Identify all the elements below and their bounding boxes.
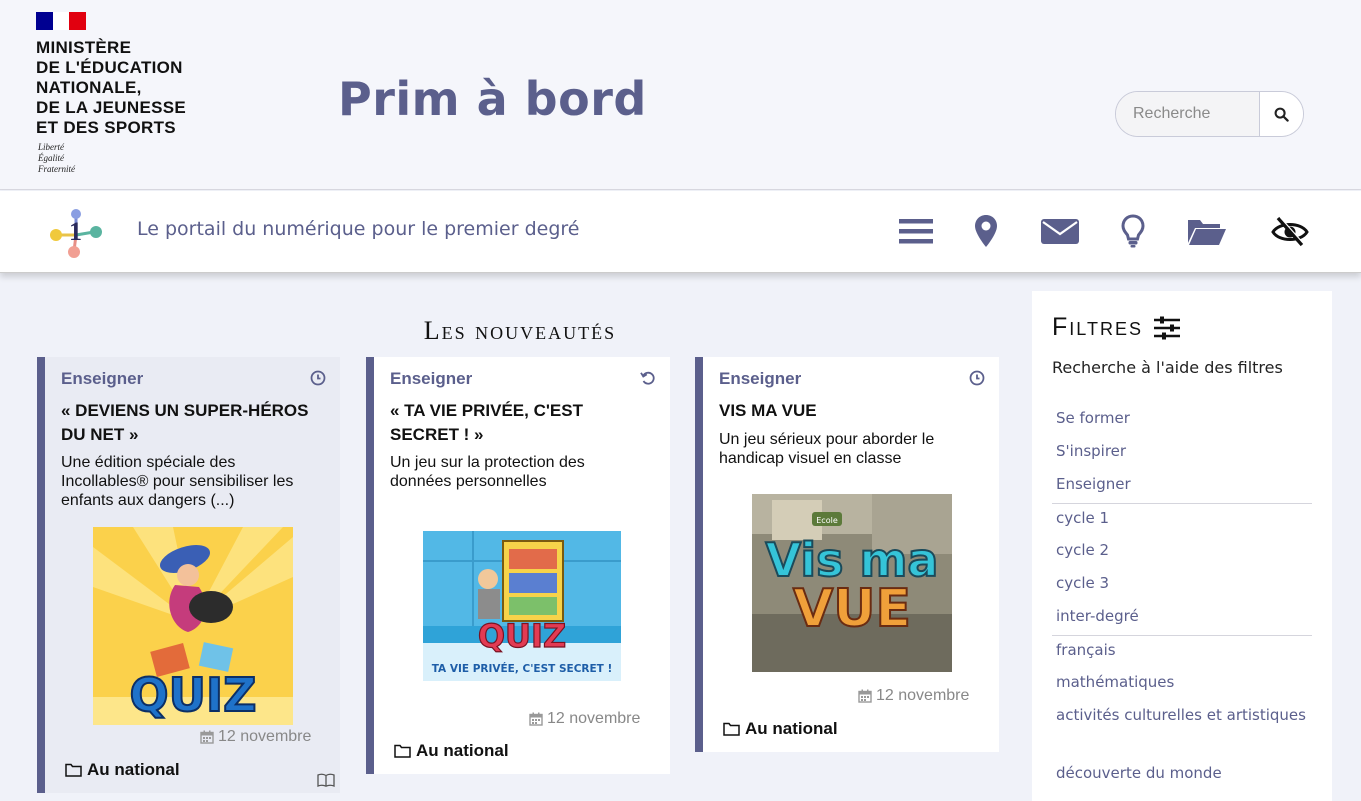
calendar-icon [529, 712, 543, 726]
portal-tagline: Le portail du numérique pour le premier … [137, 218, 580, 240]
accessibility-button[interactable] [1270, 213, 1310, 249]
map-pin-icon [975, 215, 997, 247]
contact-button[interactable] [1040, 213, 1080, 249]
news-card[interactable]: Enseigner « TA VIE PRIVÉE, C'EST SECRET … [366, 357, 670, 774]
republic-motto: Liberté Égalité Fraternité [38, 142, 75, 174]
svg-text:1: 1 [69, 217, 82, 246]
card-location[interactable]: Au national [394, 741, 509, 761]
section-title: Les nouveautés [423, 316, 617, 345]
envelope-icon [1041, 219, 1079, 244]
card-category[interactable]: Enseigner [390, 369, 472, 389]
card-category[interactable]: Enseigner [61, 369, 143, 389]
clock-icon [310, 370, 326, 386]
card-location[interactable]: Au national [723, 719, 838, 739]
card-location[interactable]: Au national [65, 760, 180, 780]
folder-icon [394, 744, 411, 758]
quiz-superhero-thumbnail[interactable]: QUIZ [93, 527, 293, 725]
filter-item-cycle-3[interactable]: cycle 3 [1052, 570, 1312, 603]
card-description: Une édition spéciale des Incollables® po… [61, 454, 294, 509]
search-bar [1115, 91, 1304, 137]
thumbnail-quiz-text: QUIZ [130, 668, 257, 722]
card-title[interactable]: « TA VIE PRIVÉE, C'EST SECRET ! » [390, 399, 583, 447]
eye-slash-icon [1271, 216, 1309, 247]
search-button[interactable] [1260, 92, 1303, 136]
thumbnail-caption: TA VIE PRIVÉE, C'EST SECRET ! [432, 662, 613, 675]
calendar-icon [200, 730, 214, 744]
filter-item-mathematiques[interactable]: mathématiques [1052, 669, 1312, 702]
filters-panel: Filtres Recherche à l'aide des filtres S… [1032, 291, 1332, 801]
menu-icon [899, 219, 933, 244]
sliders-icon[interactable] [1153, 316, 1181, 340]
filter-item-enseigner[interactable]: Enseigner [1052, 471, 1312, 504]
french-flag-logo [36, 12, 87, 30]
ministry-name[interactable]: MINISTÈRE DE L'ÉDUCATION NATIONALE, DE L… [36, 38, 186, 138]
thumbnail-title-bottom: VUE [793, 579, 911, 639]
map-button[interactable] [966, 213, 1006, 249]
search-icon [1274, 107, 1289, 122]
search-input[interactable] [1116, 92, 1260, 136]
resources-button[interactable] [1187, 213, 1227, 249]
folder-icon [723, 722, 740, 736]
thumbnail-sign: Ecole [816, 516, 838, 525]
quiz-privacy-thumbnail[interactable]: QUIZ TA VIE PRIVÉE, C'EST SECRET ! [423, 531, 621, 681]
thumbnail-quiz-text: QUIZ [478, 617, 566, 655]
vis-ma-vue-thumbnail[interactable]: Ecole Vis ma VUE [752, 494, 952, 672]
filter-item-cycle-1[interactable]: cycle 1 [1052, 504, 1312, 537]
card-description: Un jeu sérieux pour aborder le handicap … [719, 431, 935, 467]
refresh-icon [640, 371, 655, 385]
card-title[interactable]: « DEVIENS UN SUPER-HÉROS DU NET » [61, 399, 309, 447]
book-icon[interactable] [317, 773, 335, 787]
clock-icon [969, 370, 985, 386]
menu-button[interactable] [896, 213, 936, 249]
filter-item-se-former[interactable]: Se former [1052, 405, 1312, 438]
filter-item-cycle-2[interactable]: cycle 2 [1052, 537, 1312, 570]
filter-list: Se former S'inspirer Enseigner cycle 1 c… [1052, 405, 1312, 793]
news-card[interactable]: Enseigner VIS MA VUE Un jeu sérieux pour… [695, 357, 999, 752]
filters-title: Filtres [1052, 313, 1181, 342]
filter-item-s-inspirer[interactable]: S'inspirer [1052, 438, 1312, 471]
card-date: 12 novembre [200, 728, 311, 746]
folder-open-icon [1188, 220, 1226, 245]
folder-icon [65, 763, 82, 777]
filter-item-activites-culturelles[interactable]: activités culturelles et artistiques [1052, 702, 1312, 760]
card-description: Un jeu sur la protection des données per… [390, 454, 585, 490]
nav-bar: 1 Le portail du numérique pour le premie… [0, 191, 1361, 273]
portal-logo-icon[interactable]: 1 [46, 205, 106, 259]
news-card[interactable]: Enseigner « DEVIENS UN SUPER-HÉROS DU NE… [37, 357, 340, 793]
card-date: 12 novembre [529, 710, 640, 728]
lightbulb-icon [1121, 214, 1145, 248]
card-title[interactable]: VIS MA VUE [719, 399, 817, 423]
filter-item-francais[interactable]: français [1052, 636, 1312, 669]
filter-item-decouverte-du-monde[interactable]: découverte du monde [1052, 760, 1312, 793]
filters-subtitle: Recherche à l'aide des filtres [1052, 358, 1283, 377]
calendar-icon [858, 689, 872, 703]
card-date: 12 novembre [858, 687, 969, 705]
site-header: MINISTÈRE DE L'ÉDUCATION NATIONALE, DE L… [0, 0, 1361, 190]
ideas-button[interactable] [1113, 213, 1153, 249]
filter-item-inter-degre[interactable]: inter-degré [1052, 603, 1312, 636]
card-category[interactable]: Enseigner [719, 369, 801, 389]
site-title[interactable]: Prim à bord [338, 72, 647, 126]
